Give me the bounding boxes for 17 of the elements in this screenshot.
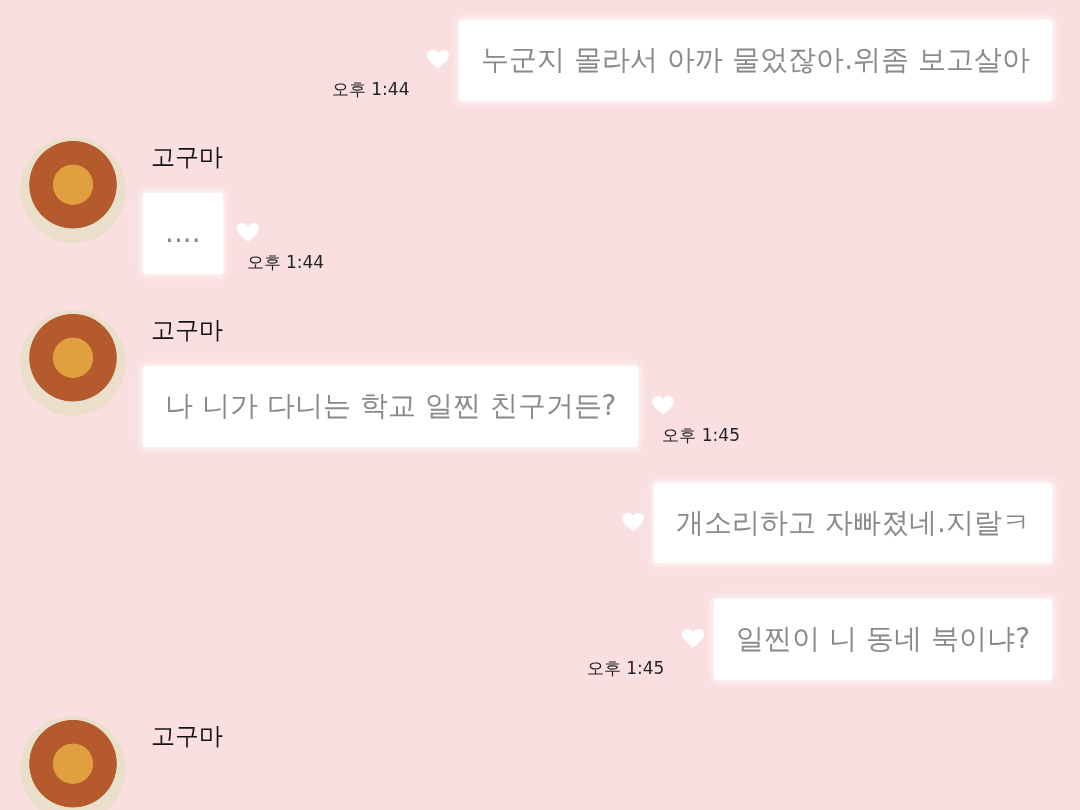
message-time: 오후 1:44: [331, 78, 410, 101]
message-bubble: 나 니가 다니는 학교 일찐 친구거든?: [143, 366, 639, 447]
heart-icon: [427, 50, 450, 70]
message-bubble: 일찐이 니 동네 북이냐?: [714, 599, 1052, 680]
message-time: 오후 1:44: [246, 251, 325, 274]
heart-icon: [622, 513, 645, 533]
message-bubble: 누군지 몰라서 아까 물었잖아.위좀 보고살아: [459, 20, 1052, 101]
message-time: 오후 1:45: [662, 424, 740, 447]
message-time: 오후 1:45: [586, 657, 665, 680]
message-bubble: ....: [143, 193, 223, 274]
sender-name: 고구마: [150, 142, 224, 173]
message-bubble: 개소리하고 자빠졌네.지랄ㅋ: [654, 483, 1052, 563]
sender-name: 고구마: [150, 315, 224, 346]
heart-icon: [652, 396, 675, 416]
sender-name: 고구마: [150, 721, 223, 752]
heart-icon: [682, 629, 705, 649]
heart-icon: [236, 223, 259, 243]
